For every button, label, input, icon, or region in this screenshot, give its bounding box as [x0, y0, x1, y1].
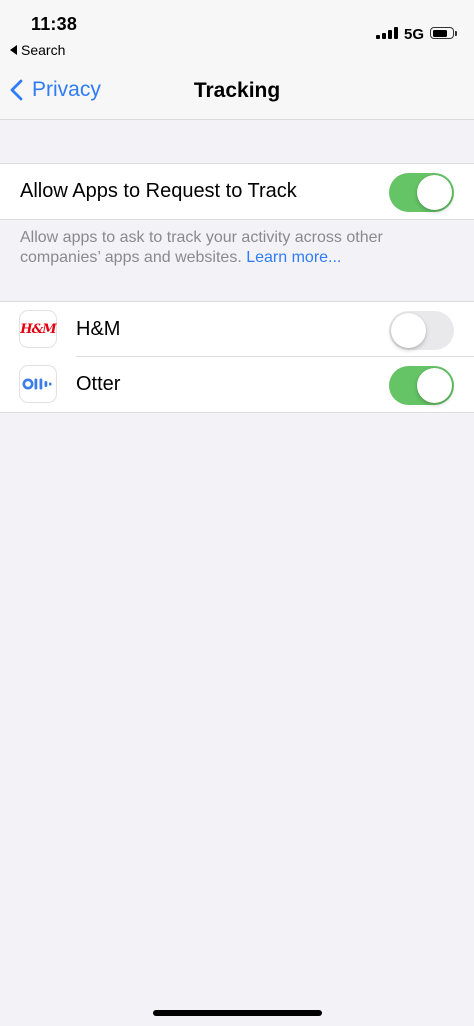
otter-app-icon — [19, 365, 57, 403]
back-to-app-label: Search — [21, 42, 66, 58]
hm-app-icon: H&M — [19, 310, 57, 348]
list-item-otter: Otter — [0, 357, 474, 412]
allow-tracking-group: Allow Apps to Request to Track — [0, 163, 474, 220]
tracking-description: Allow apps to ask to track your activity… — [20, 228, 440, 268]
navigation-bar: Privacy Tracking — [0, 66, 474, 120]
allow-tracking-row: Allow Apps to Request to Track — [0, 164, 474, 219]
list-item-hm: H&M H&M — [0, 302, 474, 357]
app-name: Otter — [76, 373, 121, 395]
back-button-label: Privacy — [32, 78, 101, 101]
apps-list: H&M H&M Otter — [0, 301, 474, 413]
hm-tracking-toggle[interactable] — [389, 311, 454, 350]
learn-more-link[interactable]: Learn more... — [246, 249, 341, 266]
back-arrow-icon — [10, 45, 17, 55]
status-time: 11:38 — [31, 14, 78, 34]
battery-icon — [430, 27, 457, 39]
otter-tracking-toggle[interactable] — [389, 366, 454, 405]
status-bar: 11:38 Search 5G — [0, 0, 474, 66]
chevron-left-icon — [10, 79, 23, 101]
home-indicator[interactable] — [153, 1010, 322, 1016]
cellular-signal-icon — [376, 27, 398, 39]
privacy-back-button[interactable]: Privacy — [10, 78, 101, 102]
app-name: H&M — [76, 318, 121, 340]
network-type: 5G — [404, 26, 425, 43]
allow-tracking-toggle[interactable] — [389, 173, 454, 212]
back-to-app-link[interactable]: Search — [10, 42, 65, 58]
allow-tracking-label: Allow Apps to Request to Track — [20, 180, 297, 202]
